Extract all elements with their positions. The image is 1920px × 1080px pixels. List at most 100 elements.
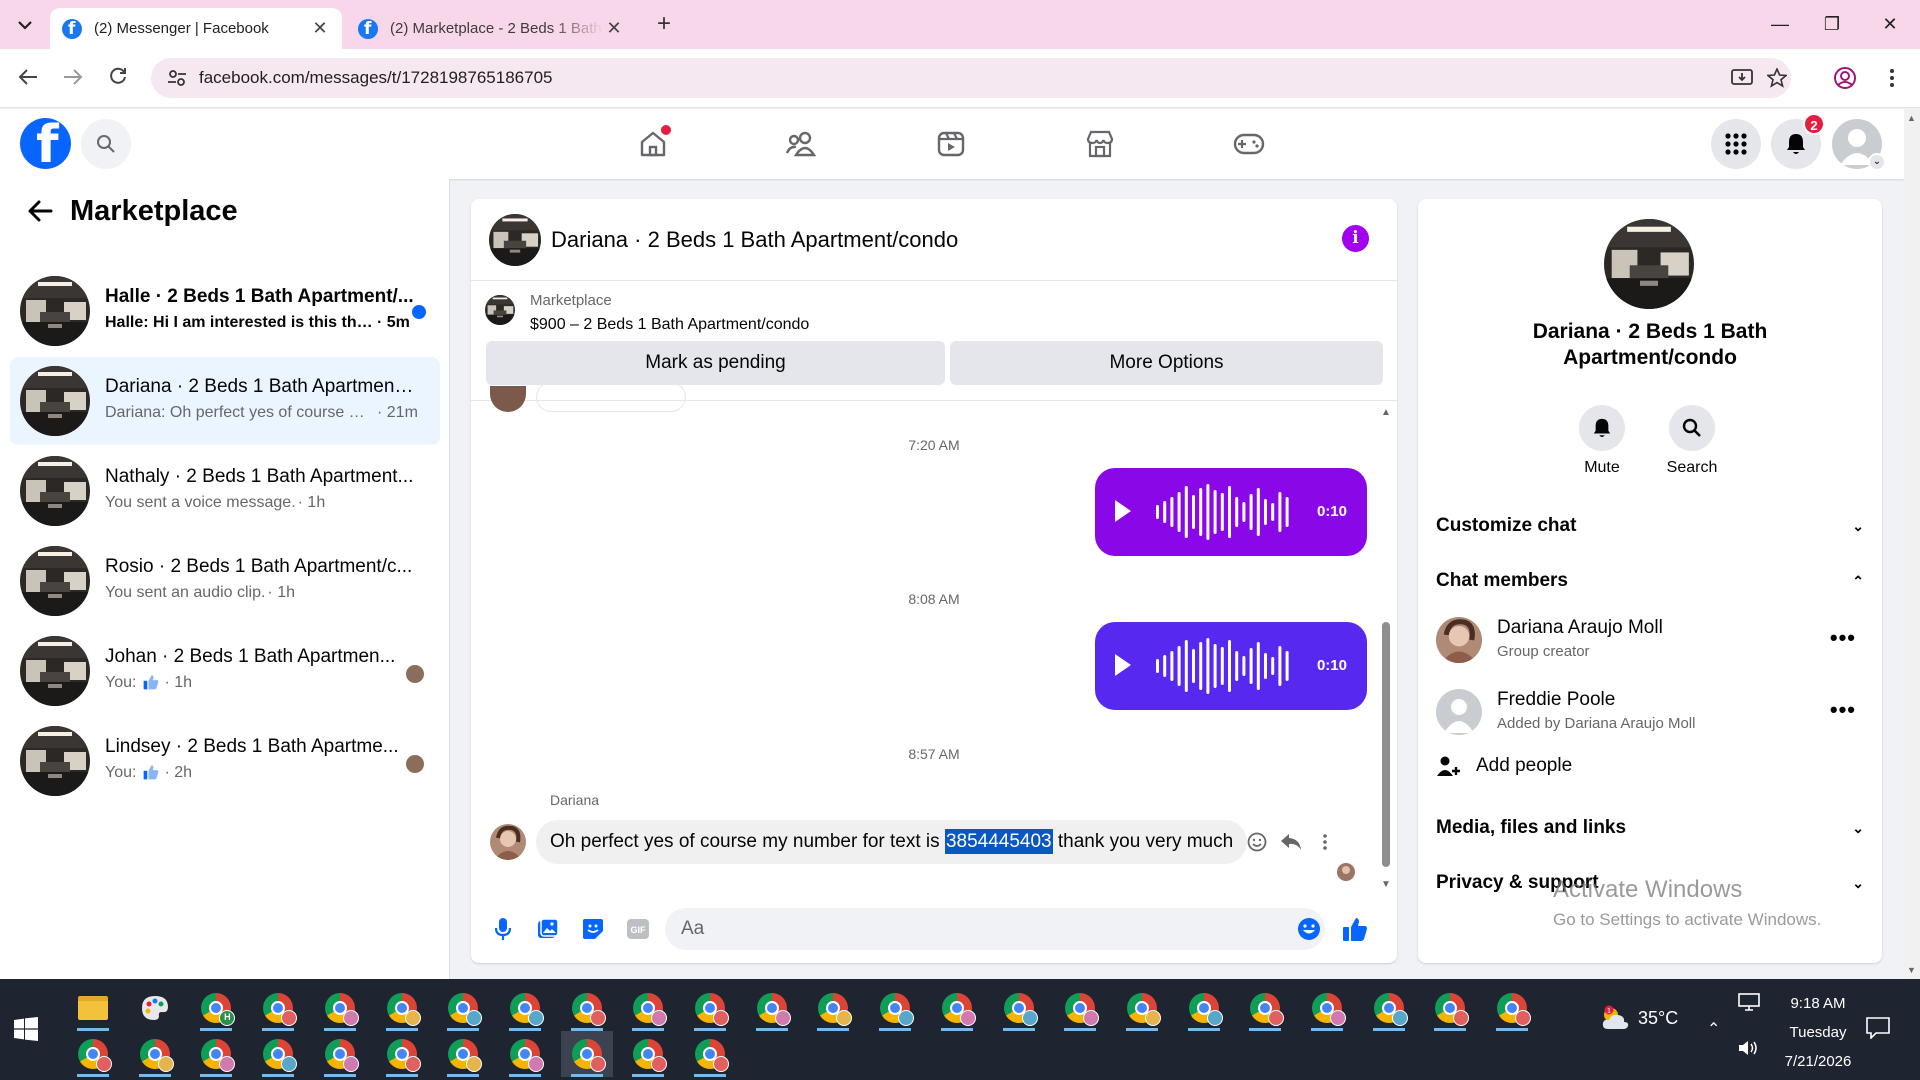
chrome-profile-icon[interactable] — [807, 985, 859, 1031]
close-icon[interactable]: ✕ — [310, 18, 330, 39]
add-people-button[interactable]: Add people — [1436, 755, 1572, 777]
chrome-profile-icon[interactable] — [560, 1031, 613, 1077]
notification-center-icon[interactable] — [1866, 1017, 1890, 1044]
mute-button[interactable] — [1579, 405, 1625, 451]
like-button[interactable] — [1337, 911, 1373, 947]
thread-scrollbar[interactable]: ▲ ▼ — [1379, 402, 1393, 895]
chrome-profile-icon[interactable] — [376, 1031, 428, 1077]
scroll-down-icon[interactable]: ▼ — [1380, 880, 1392, 890]
clock[interactable]: 9:18 AM Tuesday 7/21/2026 — [1768, 989, 1868, 1076]
scroll-up-icon[interactable]: ▲ — [1380, 408, 1392, 418]
paint-app-icon[interactable] — [129, 985, 181, 1031]
conversation-item[interactable]: Nathaly · 2 Beds 1 Bath Apartment... You … — [10, 447, 440, 535]
gif-icon[interactable]: GIF — [620, 911, 656, 947]
chrome-profile-icon[interactable] — [622, 985, 674, 1031]
chrome-profile-icon[interactable] — [931, 985, 983, 1031]
windows-start-icon[interactable] — [14, 1017, 38, 1041]
chrome-profile-icon[interactable] — [314, 985, 366, 1031]
new-tab-button[interactable]: + — [650, 10, 678, 38]
chrome-profile-icon[interactable] — [190, 1031, 242, 1077]
chrome-profile-icon[interactable] — [561, 985, 613, 1031]
tab-marketplace[interactable]: (2) Marketplace - 2 Beds 1 Bath ✕ — [346, 8, 636, 49]
chrome-profile-icon[interactable] — [1486, 985, 1538, 1031]
browser-menu-icon[interactable] — [1877, 63, 1907, 93]
mute-action[interactable]: Mute — [1557, 405, 1647, 477]
install-app-icon[interactable] — [1728, 64, 1756, 92]
volume-icon[interactable] — [1738, 1039, 1760, 1062]
chrome-profile-icon[interactable] — [252, 985, 304, 1031]
more-options-button[interactable]: More Options — [950, 341, 1383, 385]
voice-message[interactable]: 0:10 — [1095, 622, 1367, 710]
chrome-profile-icon[interactable] — [1363, 985, 1415, 1031]
play-icon[interactable] — [1115, 500, 1131, 522]
nav-video[interactable] — [921, 119, 981, 169]
media-files-links-row[interactable]: Media, files and links ⌄ — [1436, 808, 1864, 848]
reload-button[interactable] — [102, 63, 134, 95]
nav-home[interactable] — [623, 119, 683, 169]
conversation-item[interactable]: Halle · 2 Beds 1 Bath Apartment/... Halle… — [10, 267, 440, 355]
emoji-icon[interactable] — [1291, 911, 1327, 947]
tab-search-button[interactable] — [10, 11, 40, 39]
conversation-item[interactable]: Rosio · 2 Beds 1 Bath Apartment/c... You … — [10, 537, 440, 625]
message-bubble[interactable]: Oh perfect yes of course my number for t… — [536, 820, 1248, 864]
chevron-down-icon[interactable]: ⌄ — [1868, 153, 1886, 171]
listing-thumbnail[interactable] — [485, 295, 515, 325]
avatar[interactable] — [1436, 617, 1482, 663]
network-icon[interactable] — [1738, 993, 1760, 1016]
address-bar[interactable]: facebook.com/messages/t/1728198765186705 — [151, 58, 1791, 98]
play-icon[interactable] — [1115, 654, 1131, 676]
chrome-profile-icon[interactable] — [67, 1031, 119, 1077]
chrome-profile-icon[interactable] — [252, 1031, 304, 1077]
chrome-profile-icon[interactable] — [1424, 985, 1476, 1031]
close-icon[interactable]: ✕ — [604, 18, 624, 39]
mark-as-pending-button[interactable]: Mark as pending — [486, 341, 945, 385]
weather-widget[interactable]: 1 35°C — [1600, 1005, 1678, 1031]
more-button[interactable] — [1310, 827, 1340, 857]
back-button[interactable] — [12, 63, 44, 95]
chrome-profile-icon[interactable] — [1178, 985, 1230, 1031]
chrome-profile-icon[interactable] — [1239, 985, 1291, 1031]
chat-members-row[interactable]: Chat members ⌃ — [1436, 561, 1864, 601]
more-horizontal-icon[interactable]: ••• — [1830, 625, 1856, 651]
tab-messenger[interactable]: (2) Messenger | Facebook ✕ — [50, 8, 342, 49]
chrome-profile-icon[interactable] — [437, 1031, 489, 1077]
menu-button[interactable] — [1711, 119, 1761, 169]
chrome-profile-icon[interactable] — [499, 1031, 551, 1077]
chat-avatar[interactable] — [489, 214, 541, 266]
chrome-profile-icon[interactable] — [684, 1031, 736, 1077]
scroll-thumb[interactable] — [1382, 622, 1390, 867]
chrome-profile-icon[interactable] — [622, 1031, 674, 1077]
close-window-button[interactable]: ✕ — [1870, 10, 1910, 38]
chrome-profile-icon[interactable] — [376, 985, 428, 1031]
back-button[interactable] — [22, 193, 58, 229]
message-thread[interactable]: 7:20 AM 0:10 8:08 AM 0:10 8:57 AM Darian… — [471, 382, 1397, 895]
chrome-profile-icon[interactable] — [314, 1031, 366, 1077]
notifications-button[interactable]: 2 — [1771, 113, 1825, 169]
customize-chat-row[interactable]: Customize chat ⌄ — [1436, 506, 1864, 546]
restore-button[interactable]: ❐ — [1812, 10, 1852, 38]
more-horizontal-icon[interactable]: ••• — [1830, 697, 1856, 723]
chrome-profile-icon[interactable] — [499, 985, 551, 1031]
bookmark-star-icon[interactable] — [1763, 64, 1791, 92]
conversation-item[interactable]: Lindsey · 2 Beds 1 Bath Apartme... You: · … — [10, 717, 440, 805]
chrome-profile-icon[interactable] — [190, 985, 242, 1031]
nav-friends[interactable] — [771, 119, 831, 169]
message-input[interactable] — [665, 908, 1325, 950]
nav-gaming[interactable] — [1219, 119, 1279, 169]
chrome-profile-icon[interactable] — [993, 985, 1045, 1031]
facebook-logo-icon[interactable]: f — [20, 115, 71, 175]
sticker-icon[interactable] — [575, 911, 611, 947]
file-explorer-icon[interactable] — [67, 985, 119, 1031]
page-scrollbar[interactable]: ▲ ▼ — [1904, 109, 1920, 979]
search-action[interactable]: Search — [1647, 405, 1737, 477]
chrome-profile-icon[interactable] — [129, 1031, 181, 1077]
chrome-profile-icon[interactable] — [1116, 985, 1168, 1031]
chrome-profile-icon[interactable] — [1301, 985, 1353, 1031]
info-icon[interactable]: i — [1342, 225, 1369, 252]
scroll-down-icon[interactable]: ▼ — [1907, 965, 1916, 975]
voice-message[interactable]: 0:10 — [1095, 468, 1367, 556]
profile-icon[interactable] — [1830, 63, 1860, 93]
react-button[interactable] — [1242, 827, 1272, 857]
chrome-profile-icon[interactable] — [437, 985, 489, 1031]
conversation-item[interactable]: Dariana · 2 Beds 1 Bath Apartment... Dari… — [10, 357, 440, 445]
